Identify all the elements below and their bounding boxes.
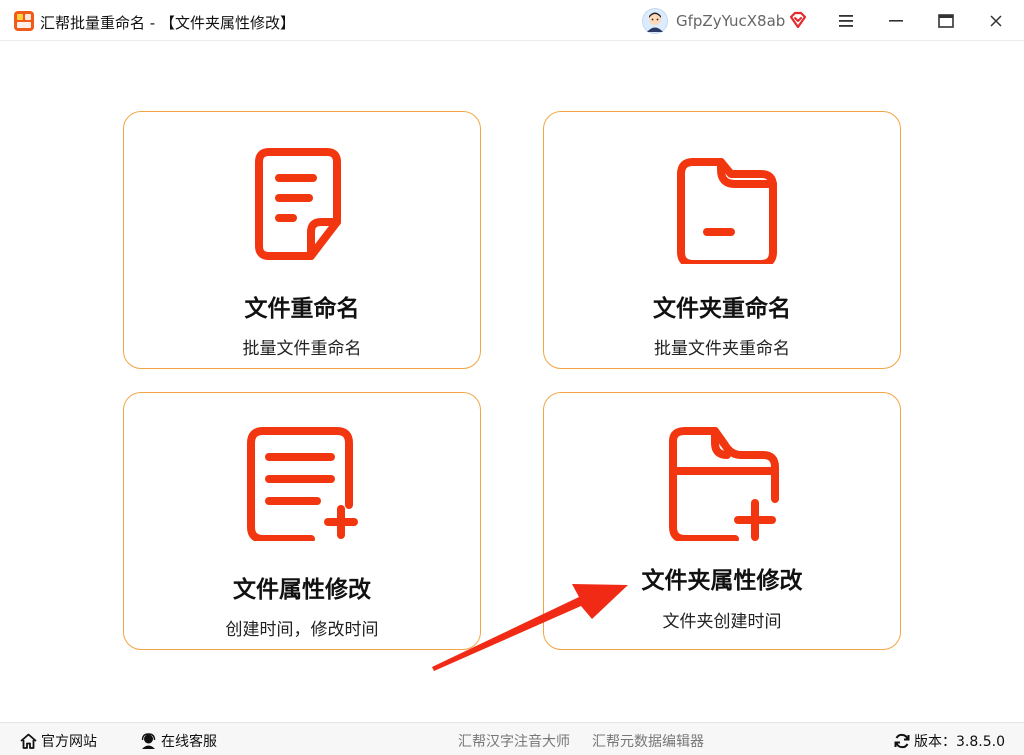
- card-title: 文件夹属性修改: [641, 568, 803, 594]
- app-logo-icon: [14, 11, 34, 31]
- card-subtitle: 创建时间，修改时间: [225, 620, 379, 640]
- online-service-label: 在线客服: [161, 734, 217, 750]
- card-title: 文件重命名: [244, 296, 360, 322]
- card-subtitle: 批量文件夹重命名: [654, 339, 790, 359]
- footer-bar: 官方网站 在线客服 汇帮汉字注音大师 汇帮元数据编辑器 版本：3.8.5.0: [0, 722, 1024, 755]
- card-file-rename[interactable]: 文件重命名 批量文件重命名: [123, 111, 481, 369]
- title-bar: 汇帮批量重命名 - 【文件夹属性修改】 GfpZyYucX8ab: [0, 0, 1024, 41]
- card-folder-rename[interactable]: 文件夹重命名 批量文件夹重命名: [543, 111, 901, 369]
- vip-diamond-icon[interactable]: [788, 10, 808, 30]
- minimize-icon: [889, 20, 903, 22]
- close-icon: [990, 15, 1002, 27]
- window-title: 汇帮批量重命名 - 【文件夹属性修改】: [40, 14, 295, 32]
- card-folder-attributes[interactable]: 文件夹属性修改 文件夹创建时间: [543, 392, 901, 650]
- folder-add-icon: [669, 427, 779, 541]
- maximize-button[interactable]: [926, 6, 966, 36]
- version-label: 版本：3.8.5.0: [914, 734, 1005, 750]
- home-icon: [20, 733, 37, 749]
- customer-service-icon: [141, 733, 156, 749]
- card-file-attributes[interactable]: 文件属性修改 创建时间，修改时间: [123, 392, 481, 650]
- menu-button[interactable]: [826, 6, 866, 36]
- avatar[interactable]: [642, 8, 668, 34]
- minimize-button[interactable]: [876, 6, 916, 36]
- menu-icon: [839, 15, 853, 27]
- version-info[interactable]: 版本：3.8.5.0: [894, 731, 1005, 751]
- refresh-icon: [894, 733, 910, 749]
- card-title: 文件夹重命名: [653, 296, 791, 322]
- card-subtitle: 文件夹创建时间: [662, 612, 782, 632]
- username[interactable]: GfpZyYucX8ab: [676, 12, 785, 30]
- pinyin-master-link[interactable]: 汇帮汉字注音大师: [458, 731, 570, 751]
- card-title: 文件属性修改: [233, 577, 371, 603]
- official-website-link[interactable]: 官方网站: [20, 731, 97, 751]
- online-service-link[interactable]: 在线客服: [140, 731, 217, 751]
- metadata-editor-link[interactable]: 汇帮元数据编辑器: [592, 731, 704, 751]
- close-button[interactable]: [976, 6, 1016, 36]
- maximize-icon: [938, 14, 954, 28]
- document-icon: [255, 148, 341, 260]
- card-subtitle: 批量文件重命名: [242, 339, 362, 359]
- folder-icon: [677, 158, 777, 264]
- document-add-icon: [247, 427, 358, 541]
- official-website-label: 官方网站: [41, 734, 97, 750]
